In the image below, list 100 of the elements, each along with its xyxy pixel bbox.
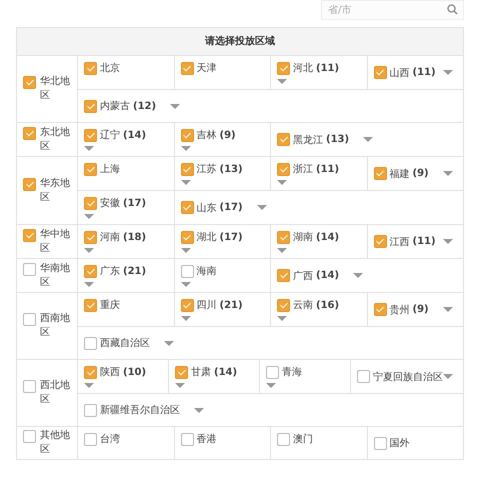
caret-icon[interactable] — [180, 282, 190, 287]
checkbox[interactable] — [374, 66, 386, 79]
caret-icon[interactable] — [277, 316, 287, 321]
caret-icon[interactable] — [175, 383, 185, 388]
checkbox[interactable] — [277, 269, 290, 282]
checkbox[interactable] — [84, 128, 97, 142]
province-name: 广西 — [293, 270, 313, 282]
caret-icon[interactable] — [180, 248, 190, 253]
caret-icon[interactable] — [256, 205, 267, 210]
checkbox[interactable] — [175, 366, 188, 378]
checkbox[interactable] — [180, 298, 194, 312]
province-name: 山西 — [390, 66, 410, 80]
caret-icon[interactable] — [277, 180, 287, 185]
checkbox[interactable] — [84, 298, 97, 312]
caret-icon[interactable] — [277, 248, 287, 253]
checkbox[interactable] — [23, 262, 36, 276]
checkbox[interactable] — [357, 370, 370, 383]
city-count: (21) — [123, 266, 146, 276]
caret-icon[interactable] — [443, 374, 453, 379]
caret-icon[interactable] — [277, 79, 287, 84]
province-name: 云南 — [293, 298, 313, 312]
checkbox[interactable] — [23, 228, 36, 242]
checkbox[interactable] — [277, 432, 290, 446]
caret-icon[interactable] — [363, 137, 374, 142]
checkbox[interactable] — [84, 62, 97, 74]
checkbox[interactable] — [277, 133, 290, 146]
city-count: (11) — [412, 236, 436, 247]
province-name: 澳门 — [293, 432, 313, 446]
checkbox[interactable] — [277, 298, 290, 312]
checkbox[interactable] — [23, 76, 36, 89]
checkbox[interactable] — [23, 126, 36, 140]
province-name: 河南 — [100, 230, 120, 244]
checkbox[interactable] — [277, 162, 290, 176]
province-name: 香港 — [196, 432, 216, 446]
checkbox[interactable] — [84, 230, 97, 244]
checkbox[interactable] — [84, 196, 97, 210]
checkbox[interactable] — [84, 162, 97, 176]
checkbox[interactable] — [180, 230, 194, 244]
checkbox[interactable] — [180, 162, 194, 176]
caret-icon[interactable] — [84, 383, 94, 388]
city-count: (17) — [220, 202, 243, 213]
province-name: 新疆维吾尔自治区 — [100, 404, 180, 417]
caret-icon[interactable] — [164, 340, 174, 346]
province-name: 吉林 — [196, 128, 216, 142]
search-icon[interactable] — [447, 4, 458, 15]
city-count: (17) — [123, 198, 146, 208]
city-count: (11) — [316, 164, 340, 174]
caret-icon[interactable] — [84, 248, 94, 253]
checkbox[interactable] — [84, 264, 97, 278]
checkbox[interactable] — [23, 313, 36, 326]
checkbox[interactable] — [374, 167, 386, 180]
caret-icon[interactable] — [266, 383, 276, 388]
checkbox[interactable] — [180, 264, 194, 278]
checkbox[interactable] — [23, 430, 36, 443]
province-name: 黑龙江 — [293, 134, 323, 146]
caret-icon[interactable] — [443, 307, 453, 312]
province-name: 江苏 — [196, 162, 216, 176]
checkbox[interactable] — [180, 432, 194, 446]
caret-icon[interactable] — [180, 146, 190, 151]
province-name: 天津 — [196, 62, 216, 75]
caret-icon[interactable] — [84, 214, 94, 219]
checkbox[interactable] — [277, 230, 290, 244]
region-name: 华北地区 — [40, 75, 71, 103]
caret-icon[interactable] — [443, 239, 453, 244]
caret-icon[interactable] — [443, 70, 453, 75]
checkbox[interactable] — [266, 366, 279, 378]
caret-icon[interactable] — [443, 171, 453, 176]
checkbox[interactable] — [374, 303, 386, 316]
province-name: 上海 — [100, 162, 120, 176]
checkbox[interactable] — [374, 235, 386, 248]
caret-icon[interactable] — [84, 146, 94, 151]
caret-icon[interactable] — [180, 180, 190, 185]
checkbox[interactable] — [180, 62, 194, 74]
search-field[interactable]: 省/市 — [321, 0, 464, 20]
caret-icon[interactable] — [84, 282, 94, 287]
caret-icon[interactable] — [194, 408, 204, 412]
city-count: (13) — [326, 134, 350, 145]
checkbox[interactable] — [277, 62, 290, 74]
province-name: 浙江 — [293, 162, 313, 176]
caret-icon[interactable] — [180, 316, 190, 321]
province-name: 西藏自治区 — [100, 336, 150, 350]
province-name: 广东 — [100, 264, 120, 278]
region-name: 其他地区 — [40, 429, 71, 457]
checkbox[interactable] — [84, 100, 97, 112]
checkbox[interactable] — [84, 336, 97, 350]
checkbox[interactable] — [180, 201, 194, 214]
checkbox[interactable] — [23, 178, 36, 190]
checkbox[interactable] — [84, 404, 97, 416]
checkbox[interactable] — [23, 380, 36, 393]
checkbox[interactable] — [84, 432, 97, 446]
checkbox[interactable] — [180, 128, 194, 142]
province-name: 国外 — [390, 437, 410, 450]
city-count: (11) — [412, 67, 436, 78]
province-name: 甘肃 — [191, 366, 211, 379]
checkbox[interactable] — [84, 366, 97, 378]
caret-icon[interactable] — [353, 273, 364, 278]
province-name: 海南 — [196, 264, 216, 278]
checkbox[interactable] — [374, 436, 386, 450]
city-count: (10) — [123, 366, 146, 378]
caret-icon[interactable] — [170, 104, 180, 108]
